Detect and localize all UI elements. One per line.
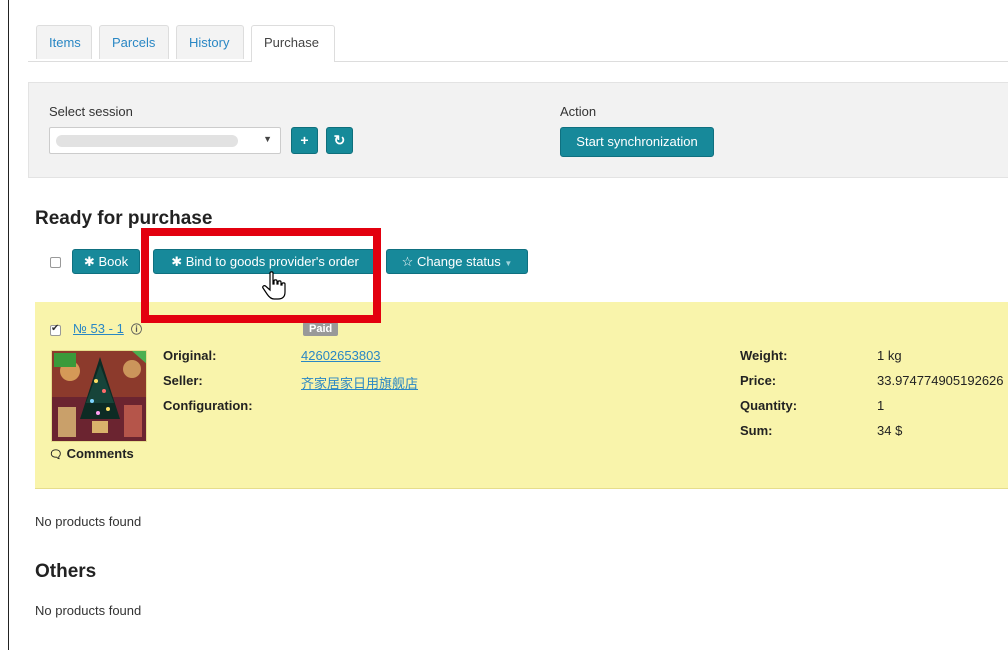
quantity-key: Quantity: [740, 398, 798, 413]
tab-items[interactable]: Items [36, 25, 92, 59]
select-all-checkbox[interactable] [50, 257, 61, 268]
session-select-value [56, 135, 238, 147]
configuration-key: Configuration: [163, 398, 253, 413]
price-key: Price: [740, 373, 777, 388]
tab-history[interactable]: History [176, 25, 244, 59]
session-panel: Select session ▼ + ↻ Action Start synchr… [28, 82, 1008, 178]
change-status-label: Change status [416, 254, 501, 269]
original-key: Original: [163, 348, 217, 363]
product-thumbnail[interactable] [51, 350, 147, 442]
session-select[interactable]: ▼ [49, 127, 281, 154]
weight-value: 1 kg [877, 348, 902, 363]
action-label: Action [560, 104, 597, 119]
others-empty-message: No products found [35, 603, 142, 618]
comments-label: Comments [66, 446, 134, 461]
ready-for-purchase-title: Ready for purchase [35, 208, 213, 229]
info-icon[interactable]: ⓘ [131, 321, 142, 337]
weight-key: Weight: [740, 348, 788, 363]
book-button-label: Book [98, 254, 129, 269]
seller-key: Seller: [163, 373, 203, 388]
highlight-annotation [141, 228, 381, 323]
status-badge: Paid [303, 322, 339, 336]
caret-down-icon: ▼ [504, 259, 513, 268]
item-number-link[interactable]: № 53 - 1 [73, 321, 124, 336]
quantity-value: 1 [877, 398, 885, 413]
add-session-button[interactable]: + [291, 127, 318, 154]
tab-purchase[interactable]: Purchase [251, 25, 335, 62]
comments-link[interactable]: 🗨 Comments [49, 446, 134, 461]
seller-link[interactable]: 齐家居家日用旗舰店 [301, 373, 418, 392]
start-synchronization-button[interactable]: Start synchronization [560, 127, 714, 157]
ready-empty-message: No products found [35, 514, 142, 529]
sum-key: Sum: [740, 423, 773, 438]
sum-value: 34 $ [877, 423, 903, 438]
tab-bar: Items Parcels History Purchase [28, 25, 1008, 62]
price-value: 33.974774905192626 [877, 373, 1004, 388]
hand-cursor-icon [262, 271, 286, 300]
christmas-tree-image [52, 351, 146, 441]
purchase-item: № 53 - 1 ⓘ Paid 🗨 Comments Original: 426… [35, 302, 1008, 489]
item-checkbox[interactable] [50, 323, 61, 336]
comment-icon: 🗨 [49, 449, 63, 461]
tab-parcels[interactable]: Parcels [99, 25, 169, 59]
others-title: Others [35, 561, 97, 582]
chevron-down-icon: ▼ [263, 134, 272, 144]
change-status-button[interactable]: ☆ Change status ▼ [386, 249, 528, 274]
select-session-label: Select session [49, 104, 133, 119]
refresh-session-button[interactable]: ↻ [326, 127, 353, 154]
book-button[interactable]: ✱ Book [72, 249, 140, 274]
star-icon: ☆ [401, 254, 414, 269]
original-link[interactable]: 42602653803 [301, 348, 381, 363]
gear-icon: ✱ [83, 254, 95, 269]
